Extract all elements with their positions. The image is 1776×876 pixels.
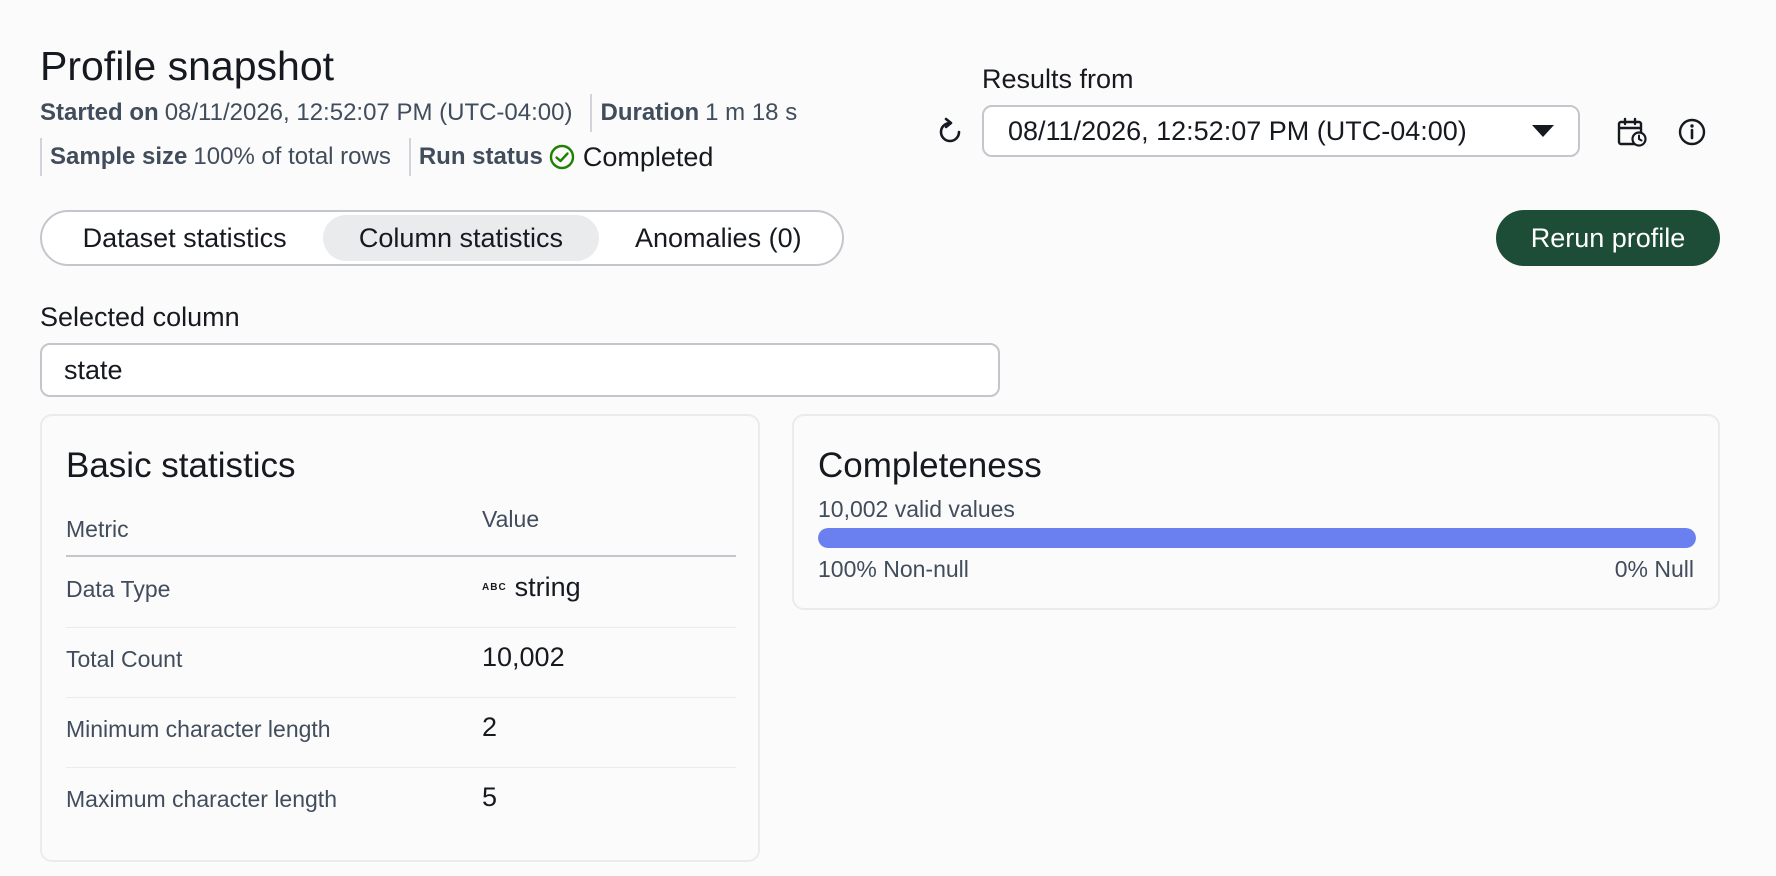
tab-column-statistics[interactable]: Column statistics xyxy=(323,215,599,261)
status-badge: Completed xyxy=(549,141,714,173)
header-divider xyxy=(66,555,736,557)
rerun-profile-button[interactable]: Rerun profile xyxy=(1496,210,1720,266)
tab-dataset-statistics[interactable]: Dataset statistics xyxy=(46,215,323,261)
table-row-value: 10,002 xyxy=(482,642,565,672)
duration-label: Duration xyxy=(600,99,700,126)
table-row-value: 2 xyxy=(482,712,498,742)
selected-column-label: Selected column xyxy=(40,302,240,332)
row-divider xyxy=(66,767,736,768)
string-type-icon: ABC xyxy=(482,582,507,593)
check-circle-icon xyxy=(549,144,575,170)
table-row-metric: Total Count xyxy=(66,646,183,672)
run-status-label: Run status xyxy=(418,143,543,170)
refresh-icon xyxy=(939,117,961,143)
basic-statistics-title: Basic statistics xyxy=(66,446,296,485)
completeness-progress-bar xyxy=(818,528,1696,548)
started-label: Started on xyxy=(40,99,159,126)
non-null-label: 100% Non-null xyxy=(818,556,969,582)
info-button[interactable] xyxy=(1674,112,1710,152)
results-from-value: 08/11/2026, 12:52:07 PM (UTC-04:00) xyxy=(1008,115,1467,146)
sample-size-value: 100% of total rows xyxy=(193,143,391,170)
valid-values-text: 10,002 valid values xyxy=(818,496,1015,522)
null-label: 0% Null xyxy=(1614,556,1694,582)
row-divider xyxy=(66,697,736,698)
started-value: 08/11/2026, 12:52:07 PM (UTC-04:00) xyxy=(164,99,573,126)
table-row-metric: Minimum character length xyxy=(66,716,331,742)
refresh-button[interactable] xyxy=(932,112,968,152)
caret-down-icon xyxy=(1532,125,1554,137)
data-type-value: string xyxy=(514,572,581,602)
info-icon xyxy=(1678,118,1706,146)
tab-anomalies[interactable]: Anomalies (0) xyxy=(599,215,838,261)
run-status-value: Completed xyxy=(582,142,714,172)
basic-statistics-card: Basic statistics Metric Value Data Type … xyxy=(40,414,760,862)
divider xyxy=(590,94,593,132)
page-title: Profile snapshot xyxy=(40,43,335,89)
run-meta-line-1: Started on 08/11/2026, 12:52:07 PM (UTC-… xyxy=(40,94,807,132)
selected-column-input[interactable]: state xyxy=(40,343,1000,397)
results-from-select[interactable]: 08/11/2026, 12:52:07 PM (UTC-04:00) xyxy=(982,105,1580,157)
calendar-clock-icon xyxy=(1617,117,1647,147)
table-row-metric: Data Type xyxy=(66,576,171,602)
completeness-card: Completeness 10,002 valid values 100% No… xyxy=(792,414,1720,610)
sample-size-label: Sample size xyxy=(50,143,188,170)
metric-column-header: Metric xyxy=(66,516,129,542)
selected-column-value: state xyxy=(64,354,123,385)
completeness-progress-fill xyxy=(818,528,1696,548)
table-row-value: ABC string xyxy=(482,572,581,603)
divider xyxy=(40,138,42,176)
completeness-title: Completeness xyxy=(818,446,1042,485)
table-row-value: 5 xyxy=(482,782,498,812)
duration-value: 1 m 18 s xyxy=(705,99,798,126)
results-from-label: Results from xyxy=(982,64,1134,94)
schedule-button[interactable] xyxy=(1614,112,1650,152)
divider xyxy=(408,138,411,176)
value-column-header: Value xyxy=(482,506,540,532)
row-divider xyxy=(66,627,736,628)
statistics-segmented-control: Dataset statistics Column statistics Ano… xyxy=(40,210,844,266)
run-meta-line-2: Sample size 100% of total rows Run statu… xyxy=(40,138,713,176)
table-row-metric: Maximum character length xyxy=(66,786,337,812)
